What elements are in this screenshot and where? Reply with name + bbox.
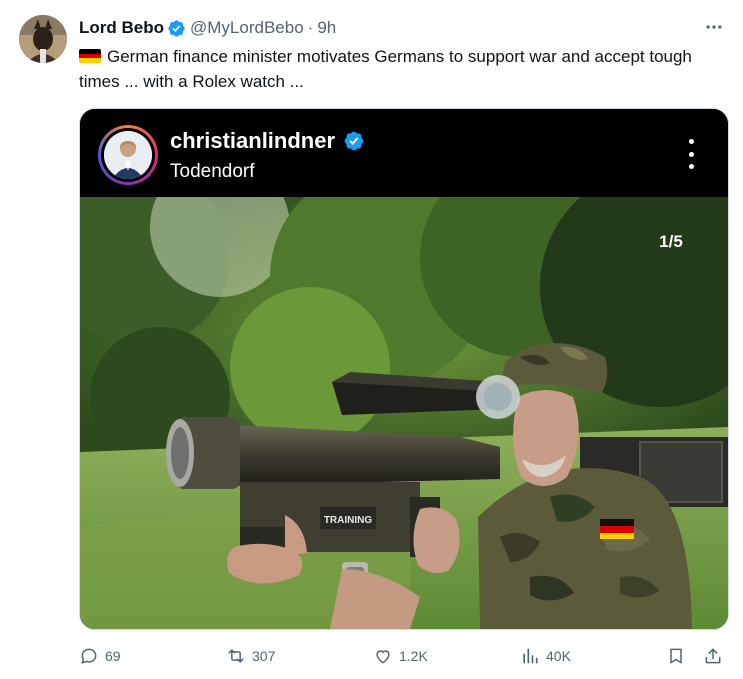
- views-icon: [523, 648, 538, 664]
- ig-username: christianlindner: [170, 128, 336, 153]
- share-icon: [705, 648, 721, 664]
- author-name[interactable]: Lord Bebo: [79, 18, 164, 38]
- action-bar: 69 307 1.2K 40K: [79, 642, 729, 670]
- reply-icon: [81, 648, 97, 664]
- tweet-header: Lord Bebo @MyLordBebo · 9h: [79, 17, 336, 39]
- timestamp[interactable]: 9h: [317, 18, 336, 38]
- ig-more-icon: [680, 139, 702, 169]
- ig-header: christianlindner Todendorf: [80, 109, 728, 197]
- bookmark-button[interactable]: [666, 642, 692, 670]
- photo-sign-text: TRAINING: [324, 515, 373, 526]
- like-icon: [376, 650, 390, 664]
- repost-button[interactable]: 307: [226, 642, 275, 670]
- separator-dot: ·: [307, 18, 314, 37]
- more-icon[interactable]: [703, 16, 725, 38]
- like-count: 1.2K: [399, 648, 428, 664]
- views-button[interactable]: 40K: [520, 642, 571, 670]
- repost-count: 307: [252, 648, 276, 664]
- verified-icon[interactable]: [167, 19, 186, 38]
- author-handle[interactable]: @MyLordBebo: [190, 18, 304, 38]
- tweet-text: German finance minister motivates German…: [79, 47, 692, 91]
- tweet[interactable]: Lord Bebo @MyLordBebo · 9h German financ…: [0, 0, 743, 679]
- ig-location: Todendorf: [170, 161, 255, 182]
- reply-button[interactable]: 69: [79, 642, 121, 670]
- ig-avatar: [98, 125, 158, 185]
- tweet-text-container: German finance minister motivates German…: [79, 44, 729, 94]
- repost-icon: [228, 649, 244, 663]
- bookmark-icon: [670, 648, 682, 664]
- reply-count: 69: [105, 648, 121, 664]
- carousel-counter: 1/5: [659, 232, 683, 251]
- flag-de-icon: [79, 49, 101, 63]
- author-avatar[interactable]: [19, 15, 67, 63]
- ig-verified-icon: [343, 130, 365, 152]
- share-button[interactable]: [703, 642, 729, 670]
- media-card[interactable]: christianlindner Todendorf TRAINING 1/5: [79, 108, 729, 630]
- ig-username-row: christianlindner: [170, 128, 365, 154]
- views-count: 40K: [546, 648, 571, 664]
- post-photo: TRAINING 1/5: [80, 157, 728, 629]
- like-button[interactable]: 1.2K: [373, 642, 428, 670]
